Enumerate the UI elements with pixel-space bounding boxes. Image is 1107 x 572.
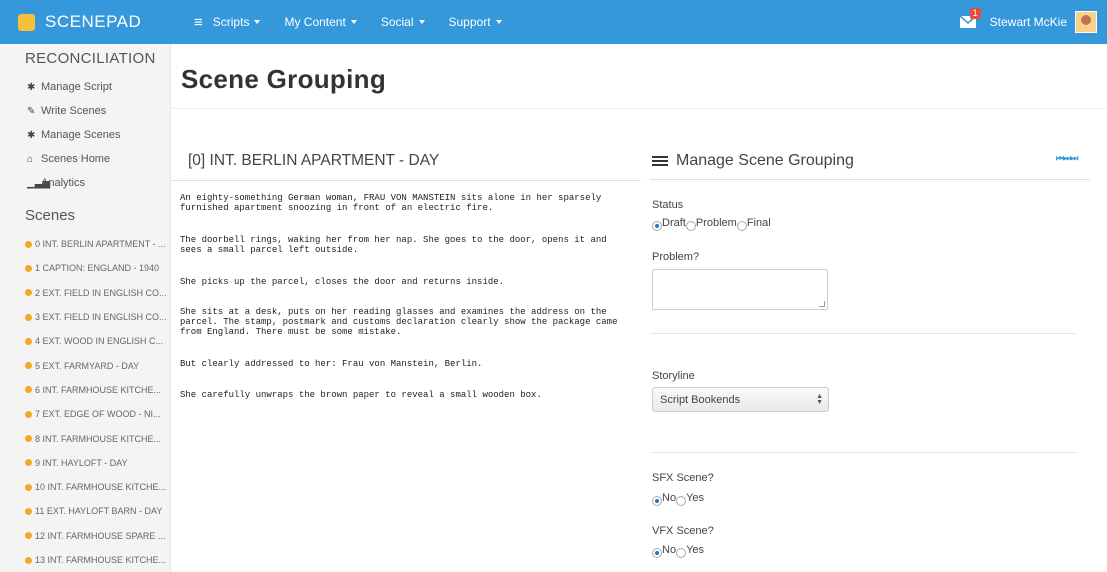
- status-dot-icon: [25, 386, 32, 394]
- status-radio-final[interactable]: [736, 221, 747, 231]
- caret-down-icon: [254, 20, 261, 24]
- panel-heading: Manage Scene Grouping: [652, 152, 854, 170]
- status-dot-icon: [25, 459, 32, 467]
- storyline-label: Storyline: [652, 370, 695, 382]
- page-title: Scene Grouping: [181, 64, 387, 94]
- top-navbar: SCENEPAD ≡ Scripts My Content Social Sup…: [0, 0, 1107, 44]
- status-dot-icon: [25, 362, 32, 370]
- vfx-label: VFX Scene?: [652, 525, 714, 537]
- status-dot-icon: [25, 556, 32, 564]
- script-paragraph: But clearly addressed to her: Frau von M…: [180, 359, 483, 369]
- scene-list-item[interactable]: 10 INT. FARMHOUSE KITCHE...: [25, 475, 170, 499]
- sidebar: RECONCILIATION ✱ Manage Script ✎ Write Sce…: [0, 44, 171, 572]
- scene-list-item[interactable]: 13 INT. FARMHOUSE KITCHE...: [25, 548, 170, 572]
- select-arrows-icon: ▲ ▼: [816, 393, 823, 406]
- divider: [650, 452, 1076, 453]
- gear-icon: ✱: [27, 129, 36, 141]
- status-dot-icon: [25, 532, 32, 540]
- vfx-radio-no[interactable]: [652, 548, 662, 558]
- nav-scripts[interactable]: Scripts: [213, 15, 261, 29]
- pencil-icon: ✎: [27, 105, 36, 117]
- status-dot-icon: [25, 337, 32, 345]
- scene-list-item[interactable]: 1 CAPTION: ENGLAND - 1940: [25, 256, 170, 280]
- problem-label: Problem?: [652, 251, 700, 263]
- problem-textarea[interactable]: [652, 269, 828, 310]
- scene-list-item[interactable]: 9 INT. HAYLOFT - DAY: [25, 451, 170, 475]
- status-dot-icon: [25, 313, 32, 321]
- status-radio-group: Draft Problem Final: [652, 217, 771, 231]
- sidebar-link-scenes-home[interactable]: ⌂ Scenes Home: [27, 147, 170, 171]
- divider: [650, 179, 1090, 180]
- status-radio-problem[interactable]: [685, 221, 696, 231]
- status-dot-icon: [25, 435, 32, 443]
- hamburger-icon[interactable]: ≡: [194, 15, 203, 30]
- user-name[interactable]: Stewart McKie: [990, 15, 1067, 29]
- gear-icon: ✱: [27, 81, 36, 93]
- list-icon: [652, 154, 668, 168]
- scene-list-item[interactable]: 0 INT. BERLIN APARTMENT - ...: [25, 232, 170, 256]
- status-dot-icon: [25, 264, 32, 272]
- sfx-label: SFX Scene?: [652, 472, 714, 484]
- caret-down-icon: [350, 20, 357, 24]
- scene-list-item[interactable]: 6 INT. FARMHOUSE KITCHE...: [25, 378, 170, 402]
- mail-badge: 1: [969, 8, 981, 19]
- storyline-select[interactable]: Script Bookends ▲ ▼: [652, 387, 829, 412]
- status-dot-icon: [25, 410, 32, 418]
- status-dot-icon: [25, 483, 32, 491]
- scene-list-item[interactable]: 3 EXT. FIELD IN ENGLISH CO...: [25, 305, 170, 329]
- divider: [171, 180, 641, 181]
- divider: [650, 333, 1076, 334]
- script-paragraph: An eighty-something German woman, FRAU V…: [180, 193, 602, 213]
- status-radio-draft[interactable]: [652, 221, 662, 231]
- vfx-radio-yes[interactable]: [676, 548, 687, 558]
- scene-list-item[interactable]: 4 EXT. WOOD IN ENGLISH C...: [25, 329, 170, 353]
- script-paragraph: She picks up the parcel, closes the door…: [180, 277, 505, 287]
- divider: [171, 108, 1107, 109]
- brand[interactable]: SCENEPAD: [0, 0, 170, 44]
- script-paragraph: She sits at a desk, puts on her reading …: [180, 307, 618, 337]
- sfx-radio-yes[interactable]: [676, 496, 687, 506]
- home-icon: ⌂: [27, 153, 34, 165]
- nav-right: 1 Stewart McKie: [959, 0, 1107, 44]
- scenepad-logo-icon: [18, 13, 35, 31]
- script-paragraph: She carefully unwraps the brown paper to…: [180, 390, 542, 400]
- bar-chart-icon: ▁▃▅: [27, 177, 51, 189]
- mail-icon[interactable]: 1: [959, 8, 981, 28]
- sidebar-link-analytics[interactable]: ▁▃▅ Analytics: [27, 171, 170, 195]
- vfx-radio-group: No Yes: [652, 544, 704, 558]
- status-dot-icon: [25, 507, 32, 515]
- status-dot-icon: [25, 289, 32, 297]
- sfx-radio-group: No Yes: [652, 492, 704, 506]
- nav-social[interactable]: Social: [381, 15, 425, 29]
- sfx-radio-no[interactable]: [652, 496, 662, 506]
- status-label: Status: [652, 199, 684, 211]
- caret-down-icon: [495, 20, 502, 24]
- scene-list: 0 INT. BERLIN APARTMENT - ... 1 CAPTION:…: [25, 232, 170, 572]
- brand-name: SCENEPAD: [45, 12, 142, 31]
- sidebar-heading: RECONCILIATION: [25, 50, 156, 67]
- scene-list-item[interactable]: 5 EXT. FARMYARD - DAY: [25, 353, 170, 377]
- caret-down-icon: [418, 20, 425, 24]
- script-paragraph: The doorbell rings, waking her from her …: [180, 235, 607, 255]
- scene-list-item[interactable]: 7 EXT. EDGE OF WOOD - NI...: [25, 402, 170, 426]
- sidebar-link-write-scenes[interactable]: ✎ Write Scenes: [27, 99, 170, 123]
- sidebar-link-manage-scenes[interactable]: ✱ Manage Scenes: [27, 123, 170, 147]
- status-dot-icon: [25, 240, 32, 248]
- scene-list-item[interactable]: 2 EXT. FIELD IN ENGLISH CO...: [25, 281, 170, 305]
- scene-list-item[interactable]: 8 INT. FARMHOUSE KITCHE...: [25, 426, 170, 450]
- scenes-heading: Scenes: [25, 207, 76, 224]
- scene-list-item[interactable]: 11 EXT. HAYLOFT BARN - DAY: [25, 499, 170, 523]
- scene-navigation-arrows-icon[interactable]: ⏮⏭⏭: [1056, 153, 1078, 164]
- avatar[interactable]: [1075, 11, 1097, 33]
- nav-menu: ≡ Scripts My Content Social Support: [194, 0, 526, 44]
- sidebar-link-manage-script[interactable]: ✱ Manage Script: [27, 75, 170, 99]
- nav-my-content[interactable]: My Content: [284, 15, 357, 29]
- scene-heading: [0] INT. BERLIN APARTMENT - DAY: [188, 152, 440, 169]
- scene-list-item[interactable]: 12 INT. FARMHOUSE SPARE ...: [25, 524, 170, 548]
- nav-support[interactable]: Support: [449, 15, 502, 29]
